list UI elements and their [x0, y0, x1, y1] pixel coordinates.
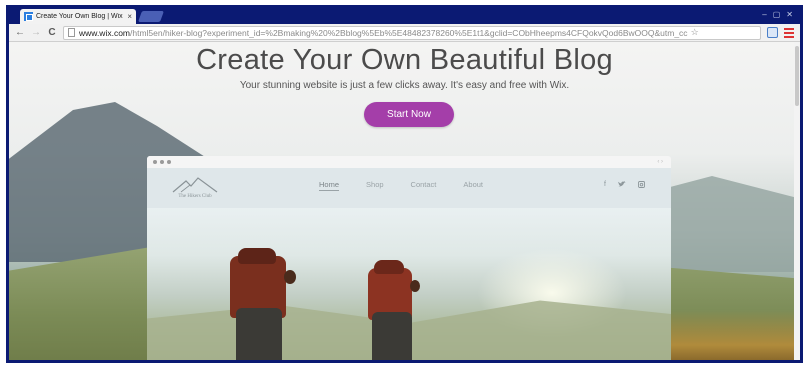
window-dot-icon [160, 160, 164, 164]
preview-nav-menu: Home Shop Contact About [319, 180, 483, 191]
minimize-icon[interactable]: – [762, 10, 766, 19]
browser-toolbar: ← → C www.wix.com /html5en/hiker-blog?ex… [9, 24, 800, 42]
hero-title: Create Your Own Beautiful Blog [196, 44, 613, 76]
tab-title: Create Your Own Blog | Wix [36, 13, 123, 20]
page-icon [68, 28, 75, 37]
extension-icon[interactable] [767, 27, 778, 38]
hero-subtitle: Your stunning website is just a few clic… [239, 80, 570, 91]
maximize-icon[interactable]: ▢ [773, 10, 781, 19]
twitter-icon [618, 181, 626, 190]
tab-strip: Create Your Own Blog | Wix × – ▢ ✕ [6, 5, 803, 24]
new-tab-button[interactable] [137, 11, 165, 22]
mountain-logo-icon [172, 177, 218, 193]
preview-hero-photo [147, 208, 671, 360]
preview-nav-home: Home [319, 180, 340, 191]
preview-social-icons: f [604, 181, 645, 190]
instagram-icon [638, 181, 645, 190]
preview-titlebar: ‹ › [147, 156, 671, 168]
tab-close-icon[interactable]: × [127, 12, 132, 21]
wix-favicon-icon [24, 12, 33, 21]
site-logo: The Hikers Club [165, 177, 225, 199]
forward-arrow-icon[interactable]: → [31, 27, 41, 38]
back-arrow-icon[interactable]: ← [15, 27, 25, 38]
preview-site-header: The Hikers Club Home Shop Contact About … [147, 168, 671, 208]
preview-arrows-icon: ‹ › [657, 159, 663, 165]
close-window-icon[interactable]: ✕ [786, 10, 793, 19]
address-bar[interactable]: www.wix.com /html5en/hiker-blog?experime… [63, 25, 761, 40]
browser-menu-icon[interactable] [784, 27, 794, 38]
scrollbar-thumb[interactable] [795, 46, 799, 106]
window-dot-icon [153, 160, 157, 164]
preview-nav-about: About [463, 180, 484, 189]
window-dot-icon [167, 160, 171, 164]
page-scrollbar[interactable] [794, 42, 800, 360]
browser-tab[interactable]: Create Your Own Blog | Wix × [20, 9, 136, 24]
page-viewport: Create Your Own Beautiful Blog Your stun… [9, 42, 800, 360]
hiker-right [362, 260, 432, 360]
preview-nav-contact: Contact [410, 180, 437, 189]
url-host: www.wix.com [79, 27, 131, 38]
bookmark-star-icon[interactable]: ☆ [691, 27, 699, 38]
template-preview-window: ‹ › The Hikers Club Home Shop Contact Ab… [147, 156, 671, 360]
facebook-icon: f [604, 181, 606, 188]
window-controls: – ▢ ✕ [762, 10, 793, 19]
site-logo-text: The Hikers Club [178, 194, 212, 199]
url-path: /html5en/hiker-blog?experiment_id=%2Bmak… [130, 27, 688, 38]
reload-icon[interactable]: C [47, 27, 57, 38]
hiker-left [222, 248, 302, 360]
preview-nav-shop: Shop [366, 180, 384, 189]
start-now-button[interactable]: Start Now [364, 102, 454, 127]
